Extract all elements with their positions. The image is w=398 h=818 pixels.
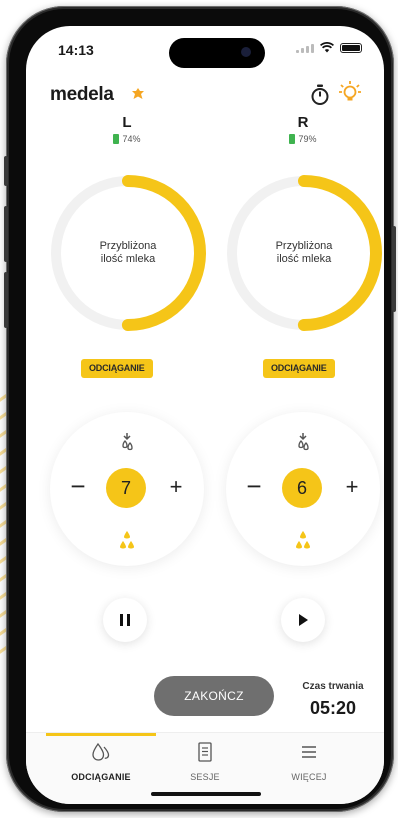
right-mode-badge: ODCIĄGANIE [263,359,335,378]
mute-switch [4,156,8,186]
drop-icon [92,742,110,761]
left-mode-badge: ODCIĄGANIE [81,359,153,378]
volume-up-button [4,206,8,262]
left-level-control: − 7 + [50,412,204,566]
left-level-value: 7 [106,468,146,508]
left-milk-ring: Przybliżona ilość mleka [46,171,210,335]
right-battery-value: 79% [298,134,317,144]
end-session-button[interactable]: ZAKOŃCZ [154,676,274,716]
tab-pumping[interactable]: ODCIĄGANIE [46,741,156,782]
stopwatch-icon[interactable] [310,84,330,106]
phone-frame: 14:13 medela L 74% Przybliżona ilość mle… [4,6,396,812]
play-icon [299,614,308,626]
lightbulb-icon[interactable] [338,80,362,106]
left-increase-button[interactable]: + [164,475,188,499]
dynamic-island [169,38,265,68]
left-battery-value: 74% [122,134,141,144]
right-ring-line1: Przybliżona [275,240,333,252]
left-ring-line1: Przybliżona [99,240,157,252]
right-increase-button[interactable]: + [340,475,364,499]
medela-mark-icon [132,88,144,99]
battery-level-icon [289,134,296,144]
right-level-value: 6 [282,468,322,508]
active-tab-indicator [46,733,156,736]
tab-more-label: WIĘCEJ [291,772,327,782]
duration-label: Czas trwania [302,681,364,692]
volume-down-button [4,272,8,328]
left-ring-line2: ilość mleka [100,253,156,265]
status-bar: 14:13 [26,26,384,70]
left-pause-button[interactable] [103,598,147,642]
right-battery: 79% [258,134,348,144]
tab-sessions-label: SESJE [190,772,220,782]
status-time: 14:13 [58,42,94,58]
tab-pumping-label: ODCIĄGANIE [71,772,131,782]
medela-logo: medela [50,84,114,105]
right-play-button[interactable] [281,598,325,642]
right-decrease-button[interactable]: − [242,473,266,499]
wifi-icon [320,42,334,53]
right-milk-ring: Przybliżona ilość mleka [222,171,384,335]
expression-mode-icon[interactable] [118,530,136,552]
right-ring-line2: ilość mleka [276,253,332,265]
stimulation-mode-icon[interactable] [117,432,137,454]
left-ring-text: Przybliżona ilość mleka [46,171,210,335]
app-screen: 14:13 medela L 74% Przybliżona ilość mle… [26,26,384,804]
home-indicator [151,792,261,796]
left-decrease-button[interactable]: − [66,473,90,499]
list-icon [198,742,212,762]
right-ring-text: Przybliżona ilość mleka [222,171,384,335]
right-level-control: − 6 + [226,412,380,566]
menu-icon [302,746,316,758]
power-button [392,226,396,312]
duration-value: 05:20 [309,698,357,718]
cellular-signal-icon [296,43,314,53]
app-header: medela [26,80,384,108]
left-side-label: L [122,114,132,131]
tab-sessions[interactable]: SESJE [150,741,260,782]
left-battery: 74% [82,134,172,144]
expression-mode-icon[interactable] [294,530,312,552]
pause-icon [120,614,130,626]
camera-dot [241,47,251,57]
tab-more[interactable]: WIĘCEJ [254,741,364,782]
battery-icon [340,42,362,53]
stimulation-mode-icon[interactable] [293,432,313,454]
battery-level-icon [113,134,120,144]
right-side-label: R [297,114,309,131]
status-icons [296,42,362,53]
